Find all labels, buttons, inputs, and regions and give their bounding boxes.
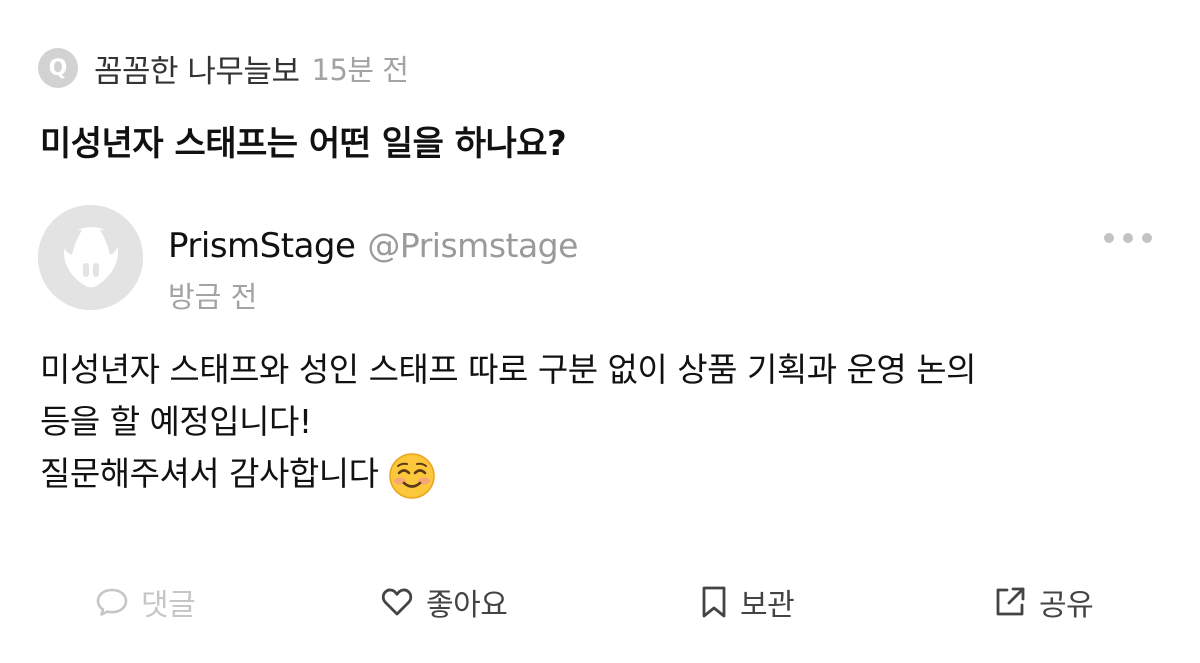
comment-label: 댓글 <box>141 588 196 623</box>
share-icon <box>996 587 1025 616</box>
like-label: 좋아요 <box>426 588 508 623</box>
action-bar: 댓글 좋아요 보관 공유 <box>0 572 1200 632</box>
answer-line-last: 질문해주셔서 감사합니다 <box>40 448 1160 500</box>
share-label: 공유 <box>1039 588 1094 623</box>
like-button[interactable]: 좋아요 <box>380 572 508 632</box>
answer-body: 미성년자 스태프와 성인 스태프 따로 구분 없이 상품 기획과 운영 논의 등… <box>40 344 1160 500</box>
answer-line: 등을 할 예정입니다! <box>40 402 312 441</box>
smiling-face-icon <box>388 452 436 500</box>
answer-time: 방금 전 <box>168 280 258 314</box>
more-dot-icon <box>1104 233 1114 243</box>
comment-button[interactable]: 댓글 <box>95 572 196 632</box>
avatar[interactable] <box>38 205 143 310</box>
question-time: 15분 전 <box>311 53 409 87</box>
bookmark-icon <box>702 586 726 618</box>
comment-icon <box>96 588 128 616</box>
answer-author-name[interactable]: PrismStage <box>168 226 356 266</box>
question-badge: Q <box>38 48 78 88</box>
question-header: Q 꼼꼼한 나무늘보 15분 전 <box>38 46 409 91</box>
more-options-button[interactable] <box>1104 226 1152 250</box>
more-dot-icon <box>1142 233 1152 243</box>
bookmark-button[interactable]: 보관 <box>700 572 795 632</box>
bookmark-label: 보관 <box>740 588 795 623</box>
answer-line: 질문해주셔서 감사합니다 <box>40 454 379 493</box>
answer-line: 미성년자 스태프와 성인 스태프 따로 구분 없이 상품 기획과 운영 논의 <box>40 350 976 389</box>
answer-author-handle[interactable]: @Prismstage <box>367 226 578 265</box>
default-avatar-icon <box>38 205 143 310</box>
share-button[interactable]: 공유 <box>993 572 1094 632</box>
heart-icon <box>381 588 413 616</box>
question-title: 미성년자 스태프는 어떤 일을 하나요? <box>40 124 567 164</box>
question-author[interactable]: 꼼꼼한 나무늘보 <box>94 46 300 91</box>
answer-author-line: PrismStage @Prismstage <box>168 226 578 266</box>
more-dot-icon <box>1123 233 1133 243</box>
qa-post: Q 꼼꼼한 나무늘보 15분 전 미성년자 스태프는 어떤 일을 하나요? Pr… <box>0 0 1200 663</box>
